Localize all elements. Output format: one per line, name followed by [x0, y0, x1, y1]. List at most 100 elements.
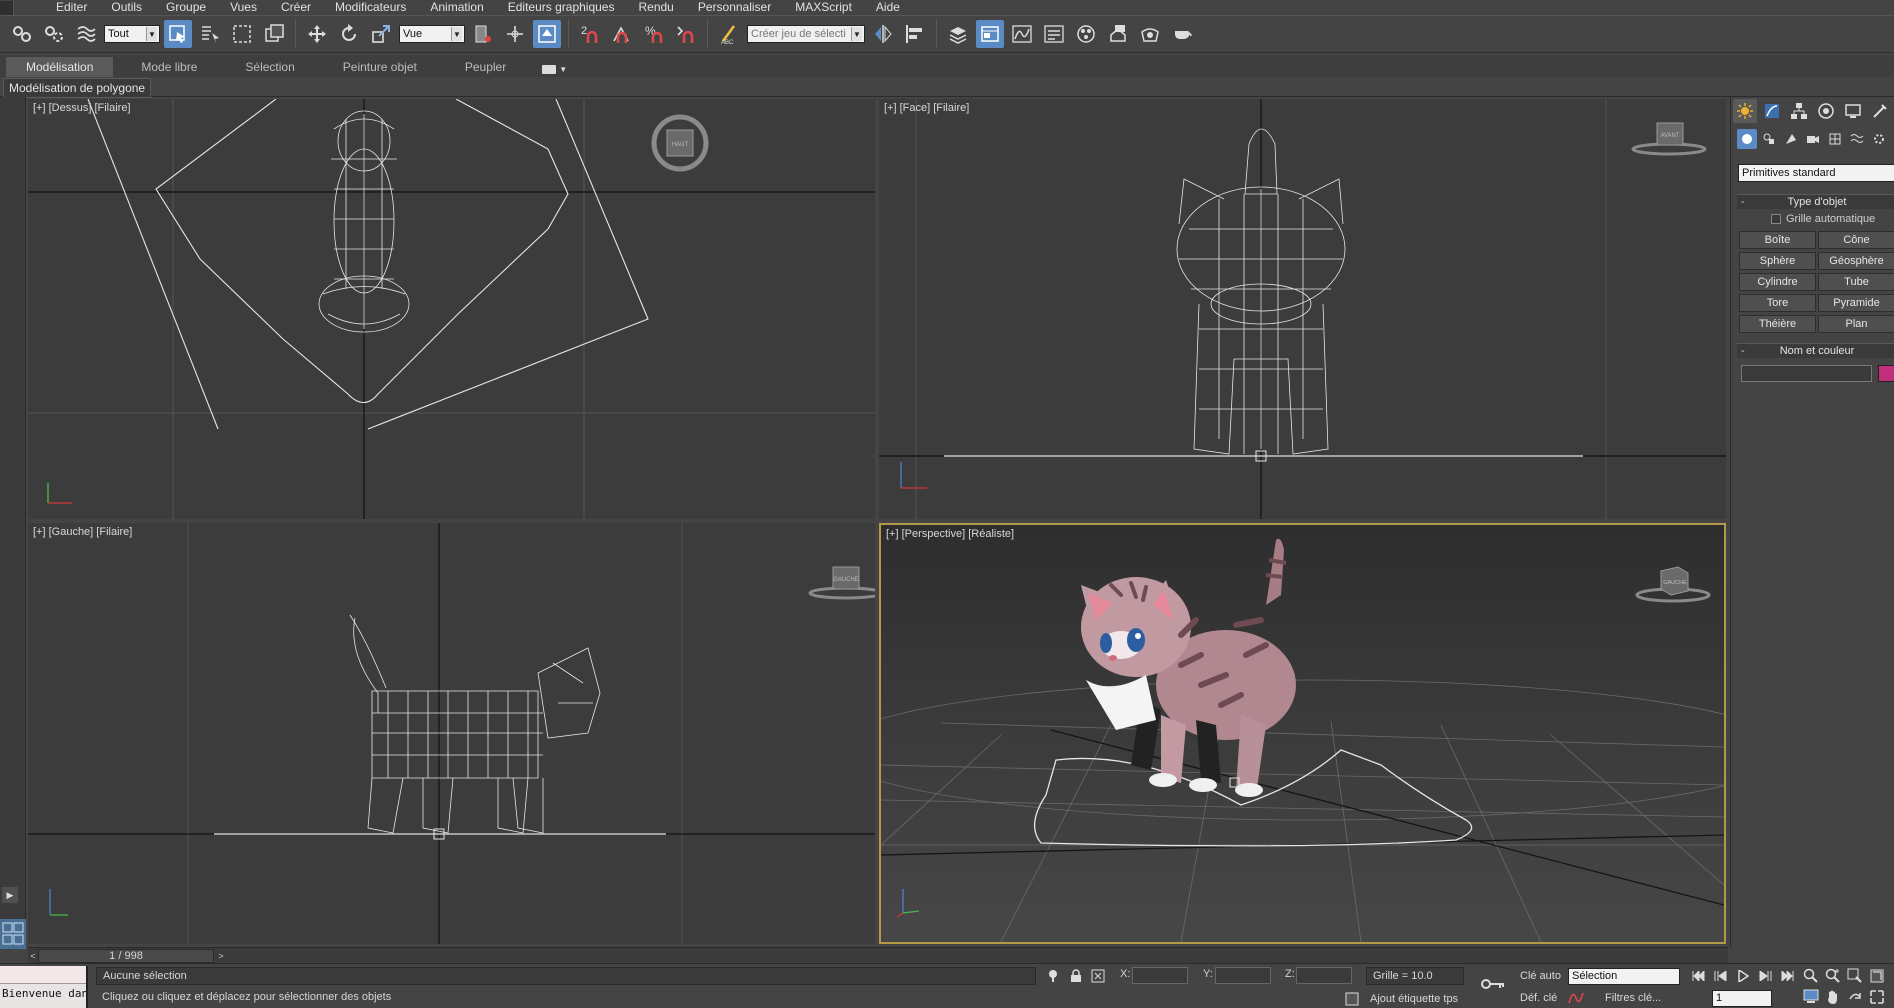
- primitive-type-dropdown[interactable]: Primitives standard: [1738, 164, 1894, 182]
- viewcube-top[interactable]: HAUT: [650, 113, 710, 173]
- listener-input-area[interactable]: [0, 966, 86, 984]
- zoom-icon[interactable]: [1802, 968, 1820, 984]
- go-to-end-icon[interactable]: [1778, 968, 1796, 984]
- viewcube-perspective[interactable]: GAUCHE: [1633, 561, 1713, 605]
- field-of-view-icon[interactable]: [1802, 989, 1820, 1005]
- box-button[interactable]: Boîte: [1739, 231, 1816, 249]
- key-mode-dropdown[interactable]: Sélection: [1568, 968, 1680, 985]
- geometry-category-icon[interactable]: [1737, 129, 1757, 149]
- menu-vues[interactable]: Vues: [218, 0, 269, 15]
- key-tangent-icon[interactable]: [1568, 990, 1584, 1006]
- rotate-icon[interactable]: [335, 20, 363, 48]
- viewport-top[interactable]: [+] [Dessus] [Filaire] HAUT: [28, 99, 875, 519]
- motion-tab-icon[interactable]: [1814, 99, 1838, 123]
- maxscript-listener[interactable]: Bienvenue dans: [0, 966, 88, 1008]
- shapes-category-icon[interactable]: [1759, 129, 1779, 149]
- next-frame-icon[interactable]: [1756, 968, 1774, 984]
- time-slider-thumb[interactable]: 1 / 998: [38, 949, 214, 963]
- link-icon[interactable]: [8, 20, 36, 48]
- move-icon[interactable]: [303, 20, 331, 48]
- isolate-selection-icon[interactable]: [1045, 968, 1061, 984]
- ribbon-options-dropdown[interactable]: ▼: [534, 62, 575, 77]
- polygon-modeling-panel-label[interactable]: Modélisation de polygone: [3, 78, 152, 98]
- object-color-swatch[interactable]: [1878, 365, 1894, 382]
- helpers-category-icon[interactable]: [1825, 129, 1845, 149]
- create-tab-icon[interactable]: [1733, 99, 1757, 123]
- pyramid-button[interactable]: Pyramide: [1818, 294, 1894, 312]
- pan-view-icon[interactable]: [1824, 989, 1842, 1005]
- cylinder-button[interactable]: Cylindre: [1739, 273, 1816, 291]
- menu-groupe[interactable]: Groupe: [154, 0, 218, 15]
- app-menu-button[interactable]: [0, 0, 14, 15]
- hierarchy-tab-icon[interactable]: [1787, 99, 1811, 123]
- key-filters-button[interactable]: Filtres clé...: [1605, 992, 1661, 1004]
- geosphere-button[interactable]: Géosphère: [1818, 252, 1894, 270]
- menu-editer[interactable]: Editer: [44, 0, 99, 15]
- window-crossing-icon[interactable]: [260, 20, 288, 48]
- viewport-label[interactable]: [+] [Gauche] [Filaire]: [33, 526, 132, 538]
- bind-space-warp-icon[interactable]: [72, 20, 100, 48]
- object-type-rollout-header[interactable]: - Type d'objet: [1737, 194, 1894, 209]
- previous-frame-icon[interactable]: [1712, 968, 1730, 984]
- absolute-transform-icon[interactable]: [1090, 968, 1106, 984]
- lights-category-icon[interactable]: [1781, 129, 1801, 149]
- name-color-rollout-header[interactable]: - Nom et couleur: [1737, 343, 1894, 358]
- sphere-button[interactable]: Sphère: [1739, 252, 1816, 270]
- viewport-perspective[interactable]: [+] [Perspective] [Réaliste] GAUCHE: [879, 523, 1726, 944]
- space-warps-category-icon[interactable]: [1847, 129, 1867, 149]
- zoom-all-icon[interactable]: [1824, 968, 1842, 984]
- set-key-button[interactable]: Déf. clé: [1520, 992, 1557, 1004]
- viewcube-left[interactable]: GAUCHE: [806, 561, 875, 601]
- schematic-view-icon[interactable]: [1040, 20, 1068, 48]
- current-frame-input[interactable]: 1: [1712, 990, 1772, 1007]
- zoom-extents-icon[interactable]: [1846, 968, 1864, 984]
- lock-icon[interactable]: [1068, 968, 1084, 984]
- utilities-tab-icon[interactable]: [1868, 99, 1892, 123]
- cone-button[interactable]: Cône: [1818, 231, 1894, 249]
- menu-maxscript[interactable]: MAXScript: [783, 0, 864, 15]
- viewport-layout-icon[interactable]: [0, 919, 26, 949]
- viewport-left[interactable]: [+] [Gauche] [Filaire] GAUCHE: [28, 523, 875, 944]
- orbit-icon[interactable]: [1846, 989, 1864, 1005]
- ribbon-tab-modelisation[interactable]: Modélisation: [6, 57, 114, 77]
- teapot-button[interactable]: Théière: [1739, 315, 1816, 333]
- render-production-icon[interactable]: [1168, 20, 1196, 48]
- ribbon-tab-peinture-objet[interactable]: Peinture objet: [323, 57, 437, 77]
- ribbon-tab-selection[interactable]: Sélection: [225, 57, 314, 77]
- scene-explorer-icon[interactable]: [976, 20, 1004, 48]
- material-editor-icon[interactable]: [1072, 20, 1100, 48]
- modify-tab-icon[interactable]: [1760, 99, 1784, 123]
- menu-personnaliser[interactable]: Personnaliser: [686, 0, 783, 15]
- curve-editor-icon[interactable]: [1008, 20, 1036, 48]
- play-icon[interactable]: [1734, 968, 1752, 984]
- select-manipulate-icon[interactable]: [501, 20, 529, 48]
- named-selection-dropdown[interactable]: Créer jeu de sélecti ▼: [747, 25, 865, 43]
- maximize-viewport-icon[interactable]: [1868, 989, 1886, 1005]
- select-by-name-icon[interactable]: [196, 20, 224, 48]
- torus-button[interactable]: Tore: [1739, 294, 1816, 312]
- reference-coordinate-dropdown[interactable]: Vue ▼: [399, 25, 465, 43]
- selection-filter-dropdown[interactable]: Tout ▼: [104, 25, 160, 43]
- autogrid-checkbox[interactable]: Grille automatique: [1771, 213, 1875, 225]
- key-icon[interactable]: [1480, 976, 1506, 992]
- y-coordinate-input[interactable]: [1215, 967, 1271, 984]
- rectangle-selection-icon[interactable]: [228, 20, 256, 48]
- plane-button[interactable]: Plan: [1818, 315, 1894, 333]
- align-icon[interactable]: [901, 20, 929, 48]
- viewport-label[interactable]: [+] [Face] [Filaire]: [884, 102, 969, 114]
- pivot-center-icon[interactable]: [469, 20, 497, 48]
- scale-icon[interactable]: [367, 20, 395, 48]
- x-coordinate-input[interactable]: [1132, 967, 1188, 984]
- add-time-tag-button[interactable]: Ajout étiquette tps: [1370, 993, 1458, 1005]
- mirror-icon[interactable]: [869, 20, 897, 48]
- object-name-input[interactable]: [1741, 365, 1872, 382]
- snap-toggle-icon[interactable]: 2: [576, 20, 604, 48]
- render-setup-icon[interactable]: [1104, 20, 1132, 48]
- time-prev-icon[interactable]: <: [28, 949, 38, 963]
- tube-button[interactable]: Tube: [1818, 273, 1894, 291]
- menu-rendu[interactable]: Rendu: [626, 0, 685, 15]
- keyboard-shortcut-override-icon[interactable]: [533, 20, 561, 48]
- menu-editeurs-graphiques[interactable]: Editeurs graphiques: [496, 0, 627, 15]
- go-to-start-icon[interactable]: [1690, 968, 1708, 984]
- time-next-icon[interactable]: >: [216, 949, 226, 963]
